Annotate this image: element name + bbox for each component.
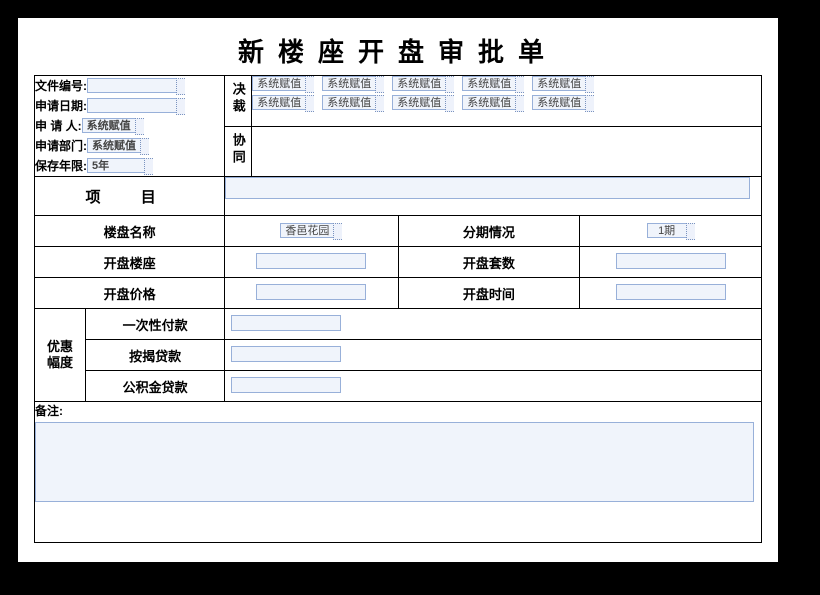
lump-label: 一次性付款 [86,309,225,340]
assist-label: 协同 [225,126,252,177]
field-handle-icon[interactable] [176,78,185,95]
decision-sig-2[interactable]: 系统赋值 [322,76,376,91]
field-handle-icon[interactable] [140,138,149,155]
file-no-label: 文件编号: [35,76,87,96]
open-time-field[interactable] [616,284,726,300]
open-units-field[interactable] [616,253,726,269]
estate-name-field[interactable]: 香邑花园 [280,223,334,238]
open-price-label: 开盘价格 [35,278,225,309]
open-price-field[interactable] [256,284,366,300]
applicant-label: 申 请 人: [35,116,82,136]
mortgage-field[interactable] [231,346,341,362]
remark-field[interactable] [35,422,754,502]
field-handle-icon[interactable] [445,95,454,112]
decision-sig-5[interactable]: 系统赋值 [532,76,586,91]
remark-label: 备注: [35,402,762,423]
apply-date-label: 申请日期: [35,96,87,116]
field-handle-icon[interactable] [176,98,185,115]
phase-field[interactable]: 1期 [647,223,687,238]
apply-date-field[interactable] [87,98,177,113]
lump-field[interactable] [231,315,341,331]
field-handle-icon[interactable] [375,76,384,93]
decision-sig-8[interactable]: 系统赋值 [392,95,446,110]
remark-body [35,422,762,543]
decision-sig-6[interactable]: 系统赋值 [252,95,306,110]
assist-area [252,126,762,177]
decision-sig-3[interactable]: 系统赋值 [392,76,446,91]
retention-label: 保存年限: [35,156,87,176]
open-time-label: 开盘时间 [398,278,580,309]
decision-sig-1[interactable]: 系统赋值 [252,76,306,91]
retention-field[interactable]: 5年 [87,158,145,173]
decision-sig-7[interactable]: 系统赋值 [322,95,376,110]
project-label: 项 目 [35,177,225,216]
field-handle-icon[interactable] [135,118,144,135]
header-left: 文件编号: 申请日期: 申 请 人: 系统赋值 申请部门: 系统赋值 保存年限:… [35,76,225,177]
field-handle-icon[interactable] [375,95,384,112]
phase-label: 分期情况 [398,216,580,247]
field-handle-icon[interactable] [515,95,524,112]
main-table: 文件编号: 申请日期: 申 请 人: 系统赋值 申请部门: 系统赋值 保存年限:… [34,75,762,543]
decision-label: 决裁 [225,76,252,127]
phase-cell: 1期 [580,216,762,247]
estate-name-label: 楼盘名称 [35,216,225,247]
decision-sig-10[interactable]: 系统赋值 [532,95,586,110]
estate-name-cell: 香邑花园 [225,216,398,247]
applicant-field[interactable]: 系统赋值 [82,118,136,133]
field-handle-icon[interactable] [515,76,524,93]
open-bldg-label: 开盘楼座 [35,247,225,278]
form-title: 新楼座开盘审批单 [34,32,762,69]
field-handle-icon[interactable] [585,95,594,112]
decision-sig-4[interactable]: 系统赋值 [462,76,516,91]
field-handle-icon[interactable] [686,223,695,240]
project-field[interactable] [225,177,750,199]
field-handle-icon[interactable] [333,223,342,240]
file-no-field[interactable] [87,78,177,93]
open-bldg-field[interactable] [256,253,366,269]
mortgage-label: 按揭贷款 [86,340,225,371]
field-handle-icon[interactable] [305,76,314,93]
apply-dept-field[interactable]: 系统赋值 [87,138,141,153]
fund-label: 公积金贷款 [86,371,225,402]
approval-form: 新楼座开盘审批单 文件编号: 申请日期: 申 请 人: 系统赋值 申请部门: 系… [18,18,778,562]
discount-vlabel: 优惠幅度 [35,309,86,402]
apply-dept-label: 申请部门: [35,136,87,156]
field-handle-icon[interactable] [305,95,314,112]
field-handle-icon[interactable] [445,76,454,93]
fund-field[interactable] [231,377,341,393]
open-units-label: 开盘套数 [398,247,580,278]
field-handle-icon[interactable] [585,76,594,93]
decision-area: 系统赋值 系统赋值 系统赋值 系统赋值 系统赋值 系统赋值 系统赋值 系统赋值 … [252,76,762,127]
decision-sig-9[interactable]: 系统赋值 [462,95,516,110]
field-handle-icon[interactable] [144,158,153,175]
project-field-cell [225,177,762,216]
